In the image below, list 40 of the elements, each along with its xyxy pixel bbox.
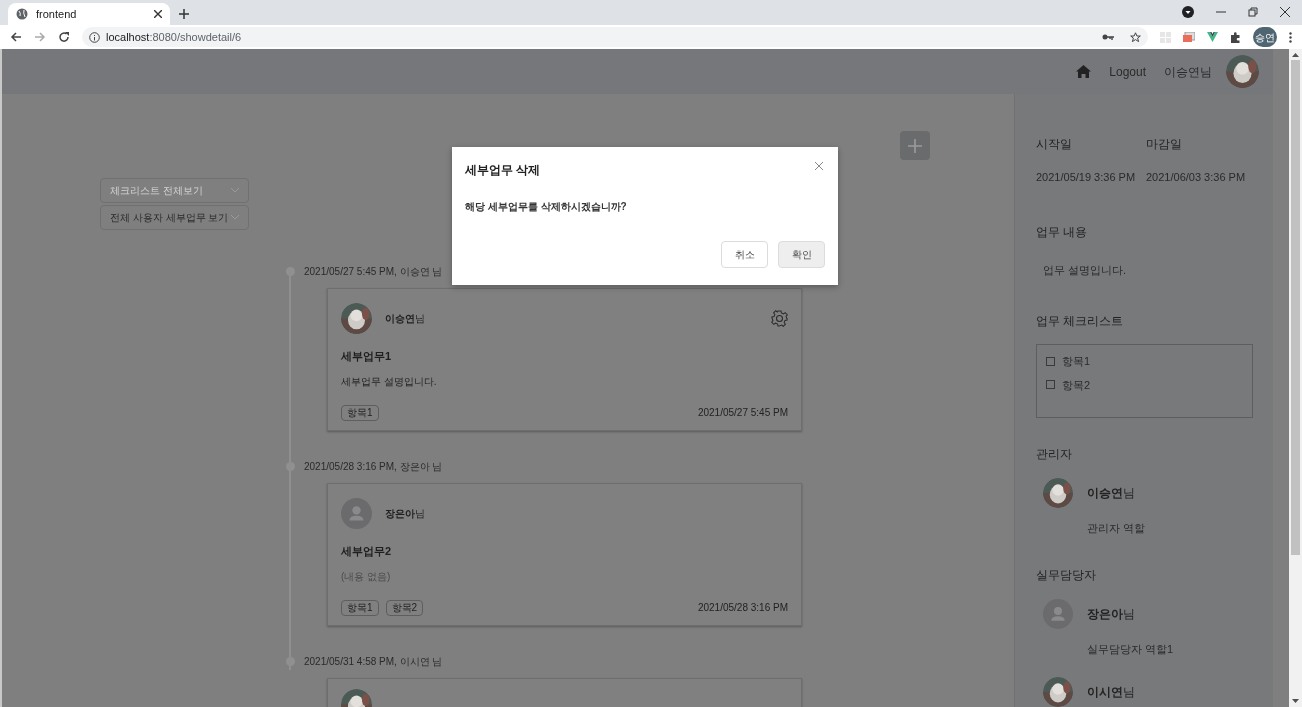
person-role: 실무담당자 역할1 xyxy=(1087,641,1175,657)
author-name: 장은아님 xyxy=(385,507,426,521)
checklist-tag: 항목2 xyxy=(385,599,424,616)
url-text: localhost:8080/showdetail/6 xyxy=(106,29,242,45)
content-text: 업무 설명입니다. xyxy=(1043,262,1128,278)
section-label: 실무담당자 xyxy=(1036,566,1097,584)
tab-title: frontend xyxy=(36,6,78,22)
task-title: 세부업무1 xyxy=(341,349,393,364)
timeline-meta: 2021/05/28 3:16 PM, 장은아 님 xyxy=(304,459,443,474)
browser-tab[interactable]: frontend xyxy=(8,3,170,25)
dialog-title: 세부업무 삭제 xyxy=(465,162,541,179)
confirm-button[interactable]: 확인 xyxy=(778,241,825,268)
checklist-label: 항목1 xyxy=(1062,354,1091,369)
user-filter-select[interactable]: 전체 사용자 세부업무 보기 xyxy=(100,205,249,230)
section-label: 시작일 xyxy=(1036,136,1073,153)
person-name: 이시연님 xyxy=(1087,684,1135,701)
person-name: 장은아님 xyxy=(1087,605,1135,623)
section-label: 관리자 xyxy=(1036,446,1073,463)
timeline-meta: 2021/05/31 4:58 PM, 이시연 님 xyxy=(304,654,443,669)
dialog-message: 해당 세부업무를 삭제하시겠습니까? xyxy=(465,200,628,214)
timeline-meta: 2021/05/27 5:45 PM, 이승연 님 xyxy=(304,264,443,279)
section-label: 업무 내용 xyxy=(1036,223,1089,241)
task-date: 2021/05/28 3:16 PM xyxy=(697,601,788,615)
checklist-tag: 항목1 xyxy=(341,599,379,616)
task-description: 세부업무 설명입니다. xyxy=(341,374,438,389)
section-label: 업무 체크리스트 xyxy=(1036,313,1125,330)
task-date: 2021/05/27 5:45 PM xyxy=(697,406,788,420)
cancel-button[interactable]: 취소 xyxy=(721,241,768,268)
user-name: 이승연님 xyxy=(1164,63,1212,81)
checklist-label: 항목2 xyxy=(1062,377,1091,393)
profile-button[interactable]: 승연 xyxy=(1253,27,1277,47)
author-name: 이승연님 xyxy=(385,312,426,326)
address-bar[interactable]: localhost:8080/showdetail/6 xyxy=(82,27,1148,47)
date-value: 2021/05/19 3:36 PM xyxy=(1036,170,1137,185)
task-title: 세부업무2 xyxy=(341,544,393,559)
date-value: 2021/06/03 3:36 PM xyxy=(1146,170,1247,185)
person-role: 관리자 역할 xyxy=(1087,521,1147,536)
person-name: 이승연님 xyxy=(1087,485,1135,502)
checklist-tag: 항목1 xyxy=(341,404,379,421)
section-label: 마감일 xyxy=(1146,136,1183,153)
